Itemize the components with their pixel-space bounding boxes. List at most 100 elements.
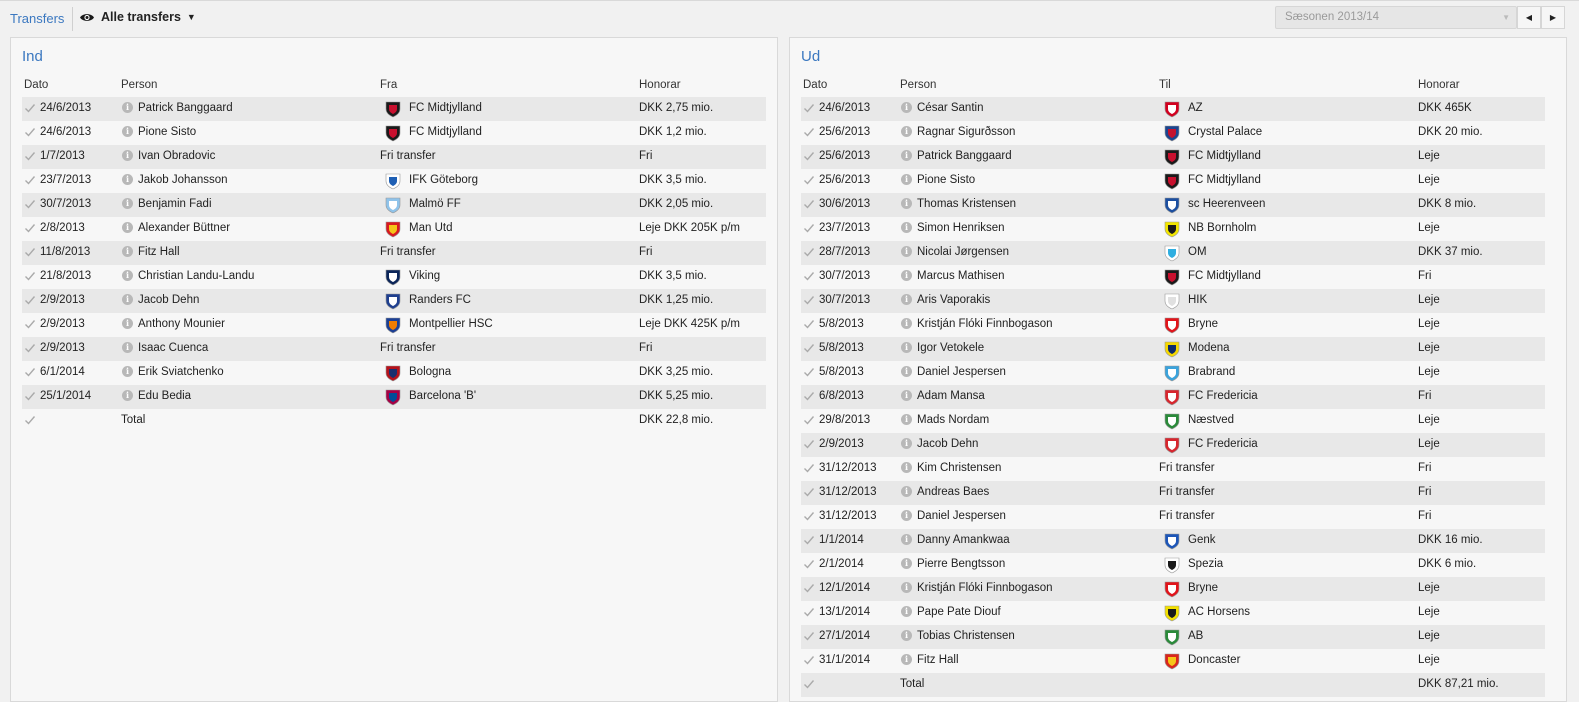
club-link[interactable]: IFK Göteborg: [409, 174, 478, 186]
player-name-link[interactable]: Thomas Kristensen: [917, 198, 1016, 210]
club-link[interactable]: Man Utd: [409, 222, 452, 234]
club-link[interactable]: NB Bornholm: [1188, 222, 1256, 234]
table-row[interactable]: 2/1/2014 i Pierre Bengtsson Spezia DKK 6 mio…: [801, 553, 1545, 577]
info-icon[interactable]: i: [122, 150, 133, 161]
player-name-link[interactable]: Pione Sisto: [917, 174, 975, 186]
table-row[interactable]: 13/1/2014 i Pape Pate Diouf AC Horsens Leje: [801, 601, 1545, 625]
column-header-to[interactable]: Til: [1159, 79, 1171, 91]
club-link[interactable]: Genk: [1188, 534, 1216, 546]
column-header-from[interactable]: Fra: [380, 79, 397, 91]
table-row[interactable]: 30/7/2013 i Benjamin Fadi Malmö FF DKK 2,05 …: [22, 193, 766, 217]
info-icon[interactable]: i: [901, 486, 912, 497]
player-name-link[interactable]: Kim Christensen: [917, 462, 1001, 474]
table-row[interactable]: 31/12/2013 i Kim Christensen Fri transfer Fr…: [801, 457, 1545, 481]
club-link[interactable]: Bryne: [1188, 318, 1218, 330]
player-name-link[interactable]: Patrick Banggaard: [138, 102, 233, 114]
player-name-link[interactable]: Jacob Dehn: [917, 438, 978, 450]
table-row[interactable]: 2/8/2013 i Alexander Büttner Man Utd Leje DK…: [22, 217, 766, 241]
table-row[interactable]: 30/7/2013 i Aris Vaporakis HIK Leje: [801, 289, 1545, 313]
table-row[interactable]: 12/1/2014 i Kristján Flóki Finnbogason Bryn…: [801, 577, 1545, 601]
table-row[interactable]: 23/7/2013 i Simon Henriksen NB Bornholm Leje: [801, 217, 1545, 241]
player-name-link[interactable]: Fitz Hall: [917, 654, 959, 666]
table-row[interactable]: 24/6/2013 i Pione Sisto FC Midtjylland DKK 1…: [22, 121, 766, 145]
info-icon[interactable]: i: [901, 318, 912, 329]
club-link[interactable]: FC Midtjylland: [1188, 174, 1261, 186]
player-name-link[interactable]: Benjamin Fadi: [138, 198, 212, 210]
column-header-date[interactable]: Dato: [803, 79, 827, 91]
info-icon[interactable]: i: [901, 150, 912, 161]
player-name-link[interactable]: Igor Vetokele: [917, 342, 984, 354]
player-name-link[interactable]: Jacob Dehn: [138, 294, 199, 306]
player-name-link[interactable]: Jakob Johansson: [138, 174, 228, 186]
player-name-link[interactable]: Tobias Christensen: [917, 630, 1015, 642]
club-link[interactable]: Bryne: [1188, 582, 1218, 594]
table-row[interactable]: 31/12/2013 i Andreas Baes Fri transfer Fri: [801, 481, 1545, 505]
table-row[interactable]: 1/7/2013 i Ivan Obradovic Fri transfer Fri: [22, 145, 766, 169]
table-row[interactable]: 24/6/2013 i Patrick Banggaard FC Midtjyllan…: [22, 97, 766, 121]
player-name-link[interactable]: Mads Nordam: [917, 414, 989, 426]
info-icon[interactable]: i: [901, 510, 912, 521]
player-name-link[interactable]: Erik Sviatchenko: [138, 366, 224, 378]
info-icon[interactable]: i: [122, 222, 133, 233]
player-name-link[interactable]: Pione Sisto: [138, 126, 196, 138]
info-icon[interactable]: i: [901, 654, 912, 665]
info-icon[interactable]: i: [122, 198, 133, 209]
club-link[interactable]: FC Fredericia: [1188, 390, 1258, 402]
club-link[interactable]: Doncaster: [1188, 654, 1240, 666]
club-link[interactable]: AB: [1188, 630, 1203, 642]
info-icon[interactable]: i: [901, 366, 912, 377]
info-icon[interactable]: i: [122, 246, 133, 257]
player-name-link[interactable]: Marcus Mathisen: [917, 270, 1005, 282]
info-icon[interactable]: i: [901, 630, 912, 641]
player-name-link[interactable]: Andreas Baes: [917, 486, 989, 498]
table-row[interactable]: 24/6/2013 i César Santin AZ DKK 465K: [801, 97, 1545, 121]
info-icon[interactable]: i: [901, 102, 912, 113]
table-row[interactable]: 27/1/2014 i Tobias Christensen AB Leje: [801, 625, 1545, 649]
player-name-link[interactable]: Danny Amankwaa: [917, 534, 1010, 546]
club-link[interactable]: Barcelona 'B': [409, 390, 476, 402]
table-row[interactable]: 25/6/2013 i Ragnar Sigurðsson Crystal Palac…: [801, 121, 1545, 145]
club-link[interactable]: Næstved: [1188, 414, 1234, 426]
table-row[interactable]: 25/6/2013 i Patrick Banggaard FC Midtjyllan…: [801, 145, 1545, 169]
player-name-link[interactable]: Ivan Obradovic: [138, 150, 215, 162]
column-header-fee[interactable]: Honorar: [639, 79, 681, 91]
player-name-link[interactable]: Pape Pate Diouf: [917, 606, 1001, 618]
table-row[interactable]: 2/9/2013 i Jacob Dehn Randers FC DKK 1,25 mi…: [22, 289, 766, 313]
info-icon[interactable]: i: [901, 534, 912, 545]
player-name-link[interactable]: Daniel Jespersen: [917, 510, 1006, 522]
club-link[interactable]: Spezia: [1188, 558, 1223, 570]
info-icon[interactable]: i: [901, 198, 912, 209]
club-link[interactable]: AZ: [1188, 102, 1203, 114]
info-icon[interactable]: i: [901, 582, 912, 593]
info-icon[interactable]: i: [122, 366, 133, 377]
info-icon[interactable]: i: [901, 390, 912, 401]
info-icon[interactable]: i: [122, 174, 133, 185]
info-icon[interactable]: i: [901, 438, 912, 449]
club-link[interactable]: HIK: [1188, 294, 1207, 306]
info-icon[interactable]: i: [122, 102, 133, 113]
page-title[interactable]: Transfers: [10, 11, 64, 26]
club-link[interactable]: Viking: [409, 270, 440, 282]
club-link[interactable]: FC Midtjylland: [1188, 270, 1261, 282]
view-filter-dropdown[interactable]: Alle transfers ▼: [79, 10, 196, 24]
club-link[interactable]: Brabrand: [1188, 366, 1235, 378]
table-row[interactable]: 21/8/2013 i Christian Landu-Landu Viking DKK…: [22, 265, 766, 289]
info-icon[interactable]: i: [122, 270, 133, 281]
table-row[interactable]: 1/1/2014 i Danny Amankwaa Genk DKK 16 mio.: [801, 529, 1545, 553]
player-name-link[interactable]: Simon Henriksen: [917, 222, 1005, 234]
table-row[interactable]: 2/9/2013 i Jacob Dehn FC Fredericia Leje: [801, 433, 1545, 457]
player-name-link[interactable]: Isaac Cuenca: [138, 342, 208, 354]
club-link[interactable]: Malmö FF: [409, 198, 461, 210]
player-name-link[interactable]: Daniel Jespersen: [917, 366, 1006, 378]
player-name-link[interactable]: Alexander Büttner: [138, 222, 230, 234]
player-name-link[interactable]: Christian Landu-Landu: [138, 270, 254, 282]
info-icon[interactable]: i: [901, 462, 912, 473]
info-icon[interactable]: i: [122, 390, 133, 401]
info-icon[interactable]: i: [901, 558, 912, 569]
player-name-link[interactable]: Nicolai Jørgensen: [917, 246, 1009, 258]
info-icon[interactable]: i: [901, 342, 912, 353]
club-link[interactable]: FC Midtjylland: [409, 126, 482, 138]
info-icon[interactable]: i: [901, 270, 912, 281]
table-row[interactable]: 29/8/2013 i Mads Nordam Næstved Leje: [801, 409, 1545, 433]
club-link[interactable]: FC Fredericia: [1188, 438, 1258, 450]
